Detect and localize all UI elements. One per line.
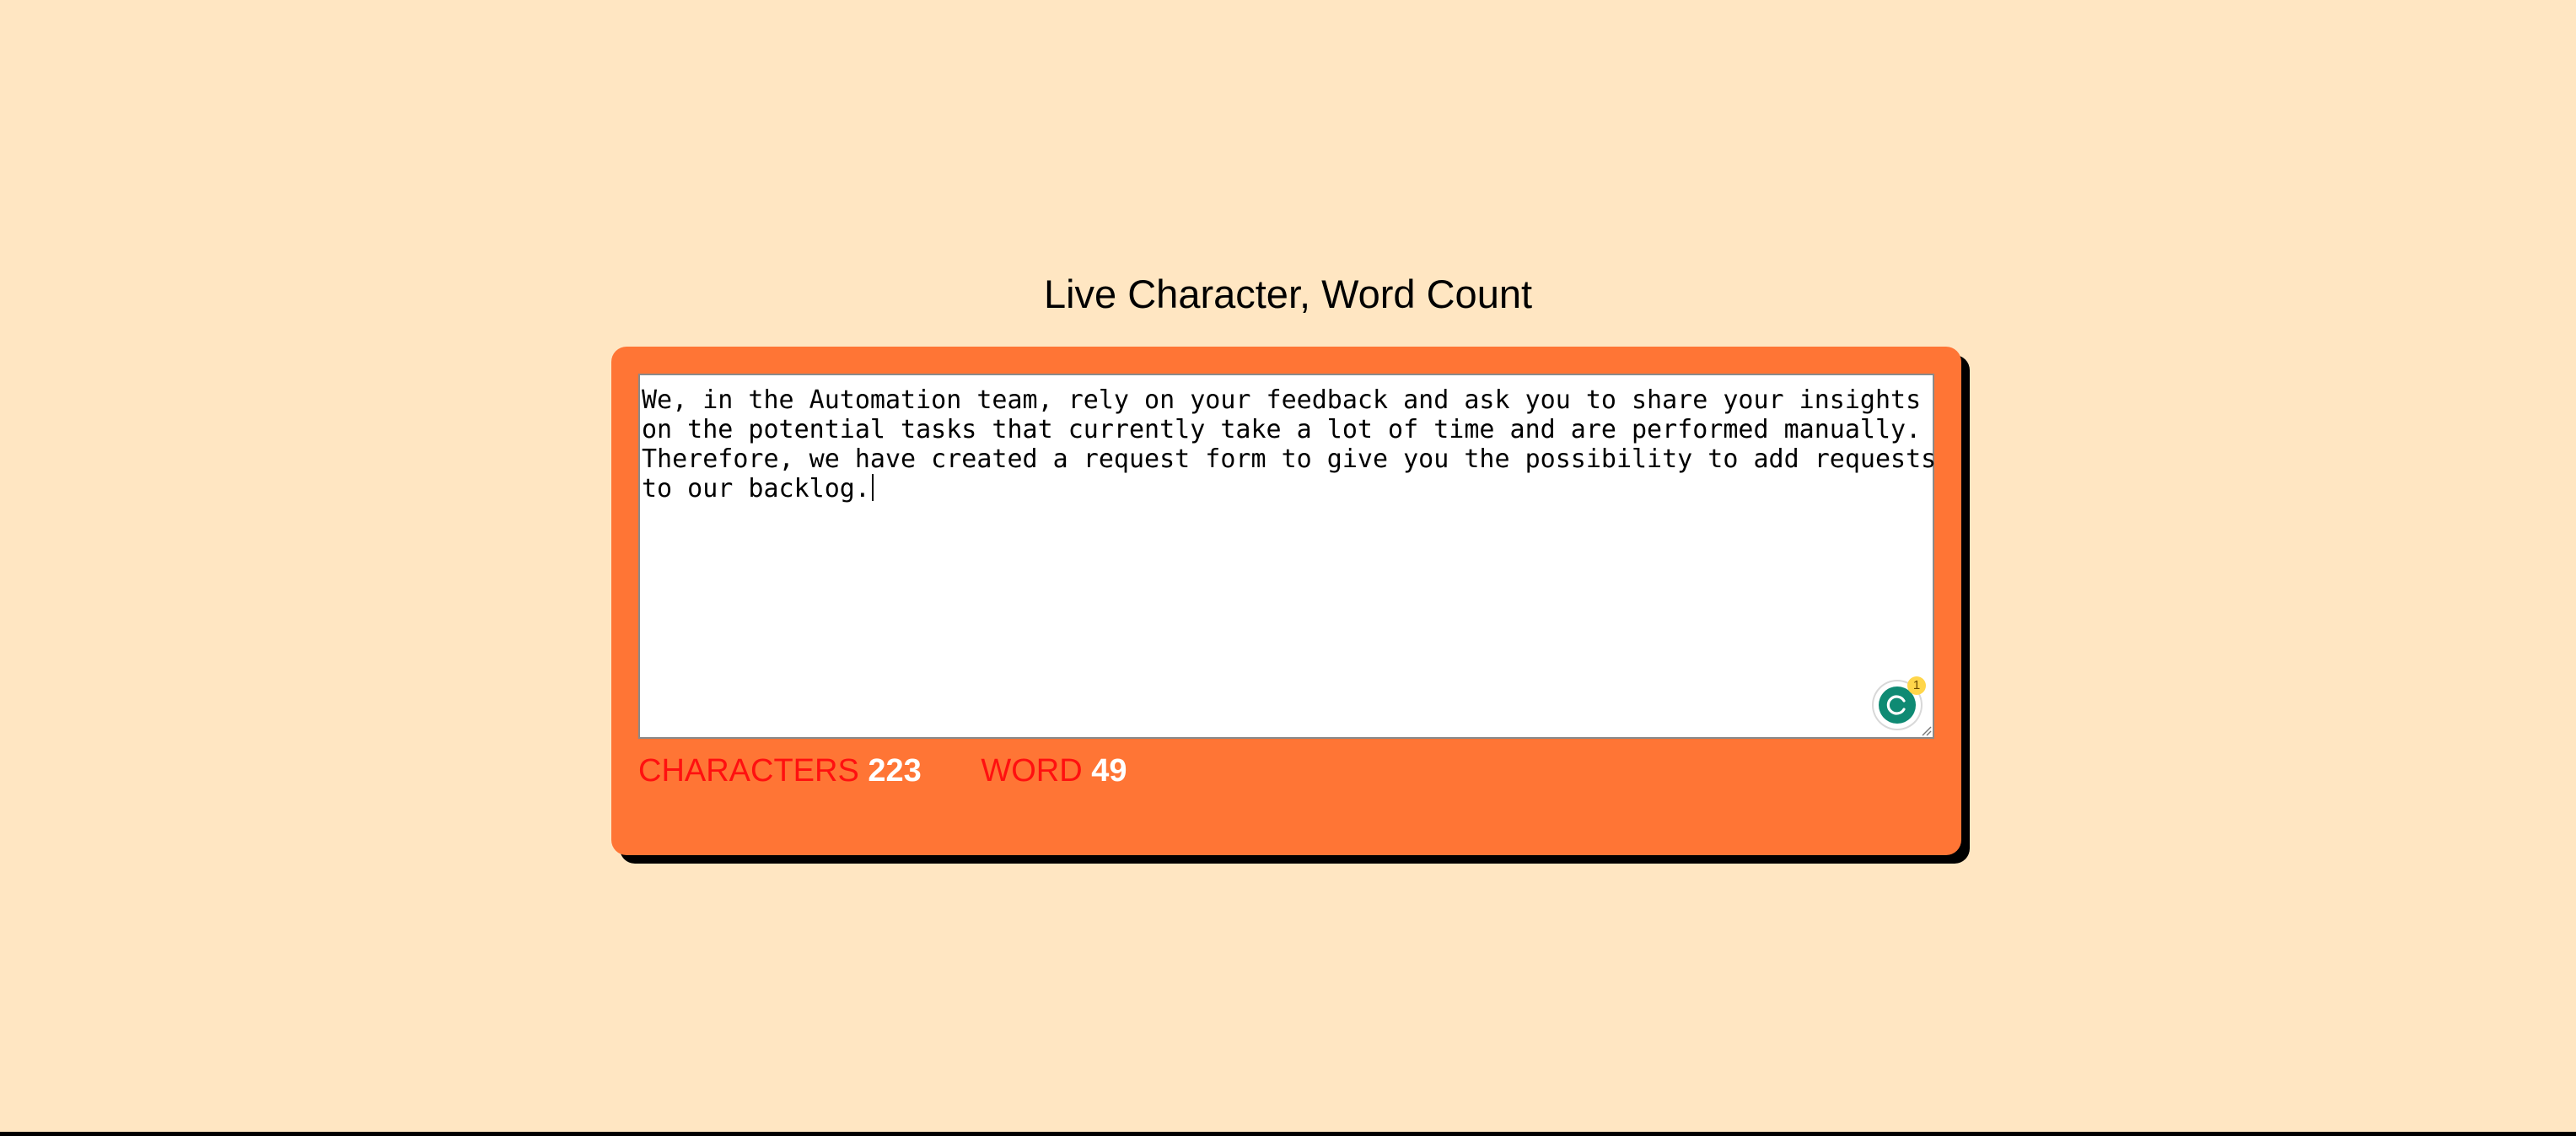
text-line: to our backlog. <box>642 474 870 503</box>
word-count-value: 49 <box>1091 753 1127 789</box>
counter-card: We, in the Automation team, rely on your… <box>611 347 1961 855</box>
character-count: CHARACTERS 223 <box>638 750 922 792</box>
character-count-value: 223 <box>868 753 922 789</box>
page-bottom-border <box>0 1132 2576 1136</box>
resize-handle-icon[interactable] <box>1920 724 1932 736</box>
writing-assistant-button[interactable]: 1 <box>1874 676 1926 729</box>
stats-row: CHARACTERS 223 WORD 49 <box>638 750 1178 792</box>
text-content[interactable]: We, in the Automation team, rely on your… <box>642 385 1936 503</box>
suggestion-count-badge: 1 <box>1907 676 1926 695</box>
character-count-label: CHARACTERS <box>638 753 859 789</box>
word-count-label: WORD <box>981 753 1083 789</box>
text-line: on the potential tasks that currently ta… <box>642 415 1922 444</box>
text-line: Therefore, we have created a request for… <box>642 444 1937 474</box>
text-caret <box>871 474 874 501</box>
text-line: We, in the Automation team, rely on your… <box>642 385 1922 415</box>
page-title: Live Character, Word Count <box>1043 272 1533 316</box>
text-input-area[interactable]: We, in the Automation team, rely on your… <box>638 374 1936 739</box>
word-count: WORD 49 <box>981 750 1127 792</box>
